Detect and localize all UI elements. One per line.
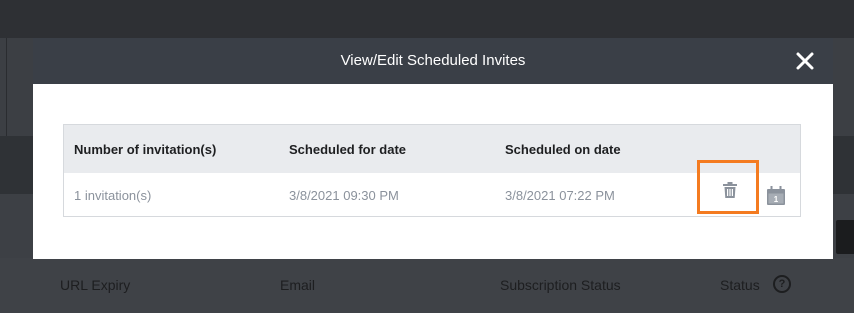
modal-title: View/Edit Scheduled Invites (340, 52, 526, 69)
header-number-of-invitations: Number of invitation(s) (74, 142, 217, 157)
cell-scheduled-for: 3/8/2021 09:30 PM (289, 188, 399, 203)
header-scheduled-on-date: Scheduled on date (505, 142, 621, 157)
background-table-header: URL Expiry Email Subscription Status Sta… (0, 258, 854, 313)
column-email: Email (280, 277, 316, 293)
scheduled-invites-modal: View/Edit Scheduled Invites Number of in… (33, 38, 833, 259)
background-divider (6, 38, 7, 136)
modal-header: View/Edit Scheduled Invites (33, 38, 833, 84)
background-top-bar (0, 0, 854, 38)
calendar-icon: 1 (767, 186, 785, 205)
background-action-button (836, 220, 854, 254)
column-status: Status (720, 277, 760, 293)
trash-icon (723, 182, 737, 198)
calendar-button[interactable]: 1 (767, 186, 785, 205)
delete-button[interactable] (697, 160, 759, 214)
column-url-expiry: URL Expiry (60, 277, 131, 293)
scheduled-invites-table: Number of invitation(s) Scheduled for da… (63, 124, 801, 217)
header-scheduled-for-date: Scheduled for date (289, 142, 407, 157)
close-icon[interactable] (795, 51, 815, 71)
table-row: 1 invitation(s) 3/8/2021 09:30 PM 3/8/20… (64, 173, 800, 216)
column-subscription-status: Subscription Status (500, 277, 621, 293)
table-header: Number of invitation(s) Scheduled for da… (64, 125, 800, 173)
help-icon: ? (773, 275, 791, 293)
calendar-day-label: 1 (774, 195, 779, 204)
cell-invitations: 1 invitation(s) (74, 188, 152, 203)
cell-scheduled-on: 3/8/2021 07:22 PM (505, 188, 615, 203)
